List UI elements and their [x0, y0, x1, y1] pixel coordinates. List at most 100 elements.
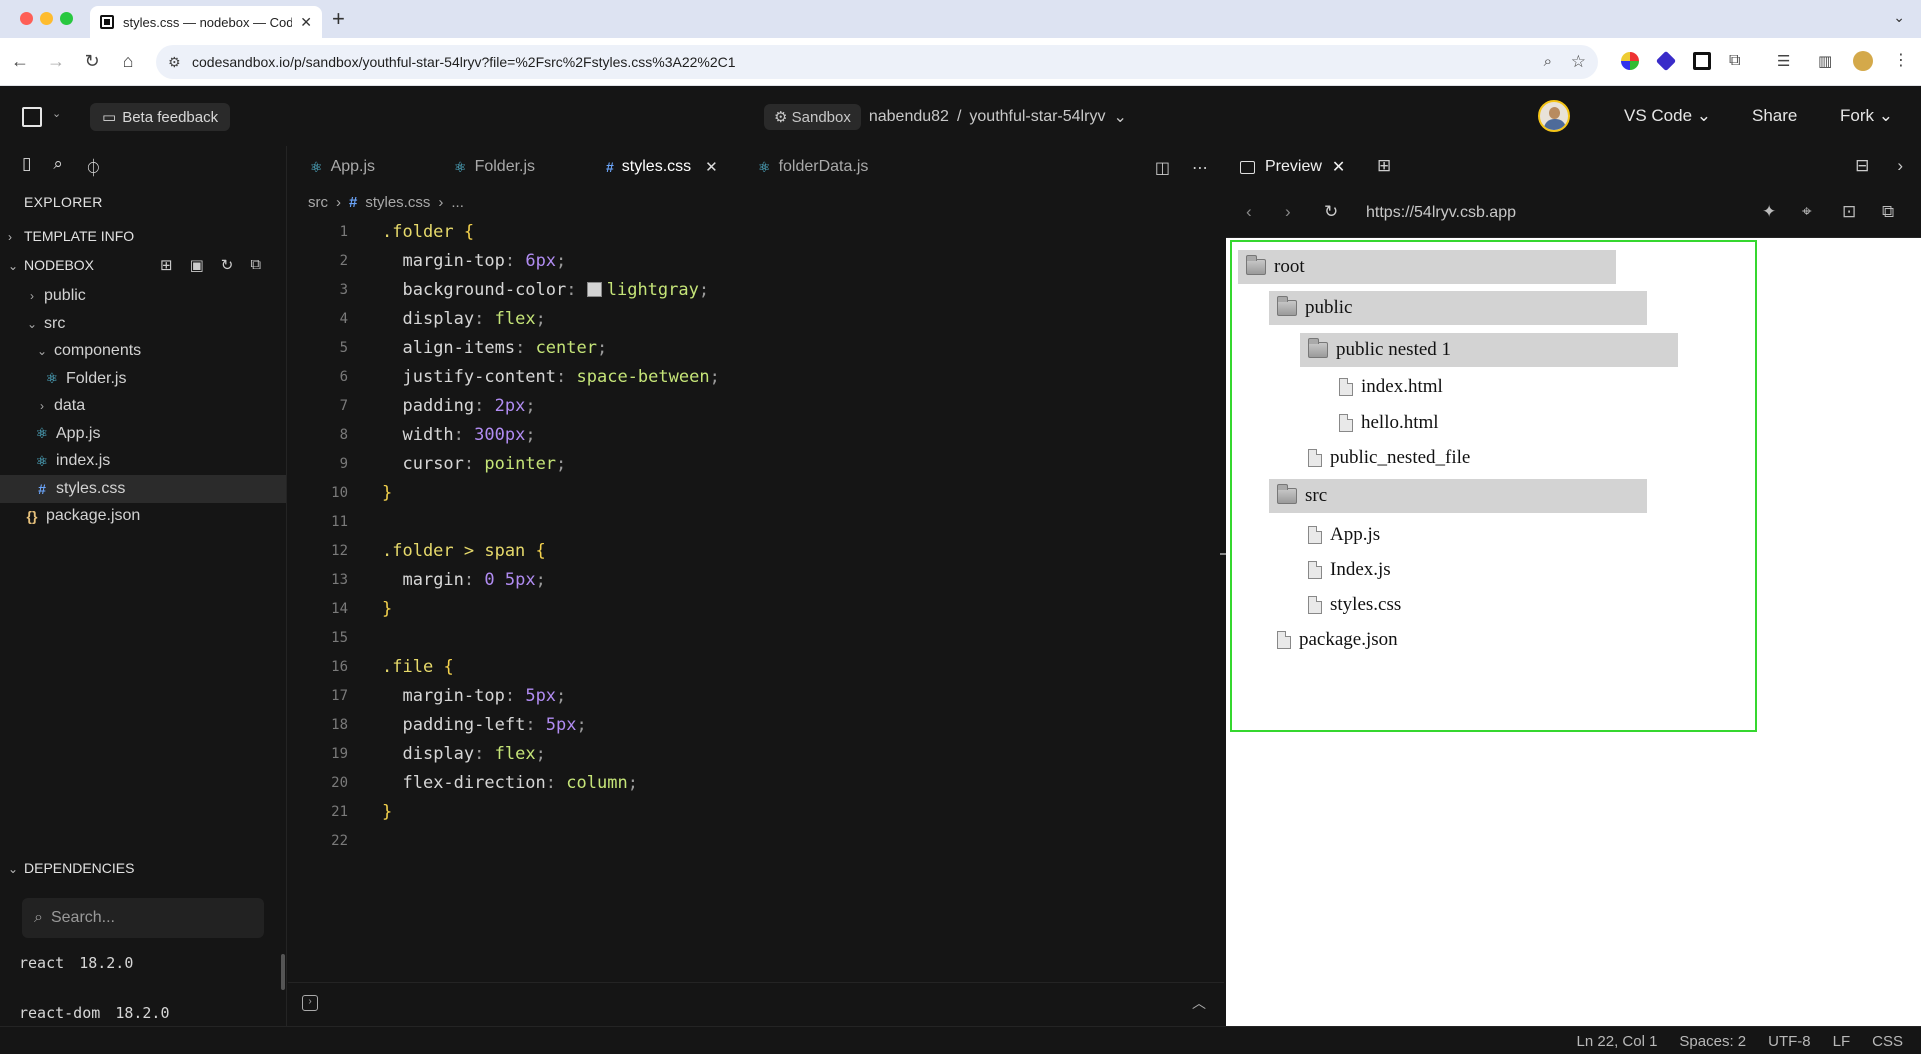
media-controls-icon[interactable]: ☰ [1777, 52, 1795, 70]
file-icon[interactable]: ▯ [22, 154, 31, 179]
back-arrow-icon[interactable]: ← [10, 51, 30, 71]
tree-file[interactable]: {} package.json [0, 502, 286, 530]
dependency-row[interactable]: react-dom 18.2.0 [19, 1004, 170, 1022]
bookmark-star-icon[interactable]: ☆ [1571, 52, 1586, 72]
collapse-all-icon[interactable]: ⧉ [250, 256, 261, 274]
folder-row[interactable]: public [1269, 291, 1647, 325]
maximize-window-button[interactable] [60, 12, 73, 25]
zoom-icon[interactable]: ⌕ [1544, 53, 1552, 70]
chevron-down-icon[interactable]: ⌄ [52, 107, 61, 120]
reload-icon[interactable]: ↻ [82, 51, 102, 71]
new-file-icon[interactable]: ⊞ [160, 256, 173, 274]
add-tab-icon[interactable]: ⊞ [1377, 156, 1391, 176]
cursor-position[interactable]: Ln 22, Col 1 [1577, 1033, 1658, 1050]
file-row[interactable]: App.js [1300, 518, 1380, 552]
close-window-button[interactable] [20, 12, 33, 25]
file-row[interactable]: package.json [1269, 623, 1398, 657]
forward-arrow-icon[interactable]: › [1285, 202, 1291, 222]
refresh-icon[interactable]: ↻ [221, 256, 234, 274]
reload-icon[interactable]: ↻ [1324, 202, 1338, 222]
search-icon[interactable]: ⌕ [53, 154, 63, 179]
tab-folderdata-js[interactable]: ⚛ folderData.js [758, 146, 868, 188]
tab-folder-js[interactable]: ⚛ Folder.js [454, 146, 535, 188]
share-button[interactable]: Share [1752, 106, 1797, 126]
user-avatar[interactable] [1538, 100, 1570, 132]
split-horizontal-icon[interactable]: ⊟ [1855, 156, 1869, 176]
folder-row[interactable]: public nested 1 [1300, 333, 1678, 367]
browser-tab[interactable]: styles.css — nodebox — Cod ✕ [90, 6, 322, 38]
project-name[interactable]: youthful-star-54lryv [969, 108, 1105, 126]
side-panel-icon[interactable]: ▥ [1818, 52, 1836, 70]
vscode-mode-button[interactable]: VS Code ⌄ [1624, 106, 1711, 126]
language-status[interactable]: CSS [1872, 1033, 1903, 1050]
breadcrumb-more[interactable]: ... [451, 194, 464, 211]
color-extension-icon[interactable] [1621, 52, 1639, 70]
beta-feedback-button[interactable]: ▭ Beta feedback [90, 103, 231, 131]
console-icon[interactable]: ⊡ [1842, 202, 1856, 222]
sidebar-scrollbar[interactable] [281, 954, 285, 990]
crosshair-icon[interactable]: ⌖ [1802, 202, 1812, 222]
tab-styles-css[interactable]: # styles.css ✕ [606, 146, 718, 188]
tab-app-js[interactable]: ⚛ App.js [310, 146, 375, 188]
tree-folder[interactable]: › public [0, 282, 286, 310]
chevron-right-icon[interactable]: › [1897, 156, 1903, 176]
back-arrow-icon[interactable]: ‹ [1246, 202, 1252, 222]
new-tab-button[interactable]: + [332, 8, 345, 30]
file-row[interactable]: public_nested_file [1300, 441, 1470, 475]
encoding-status[interactable]: UTF-8 [1768, 1033, 1811, 1050]
address-url[interactable]: codesandbox.io/p/sandbox/youthful-star-5… [192, 54, 736, 70]
breadcrumb-file[interactable]: styles.css [365, 194, 430, 211]
square-extension-icon[interactable] [1693, 52, 1711, 70]
tree-file[interactable]: ⚛ App.js [0, 420, 286, 448]
tree-folder[interactable]: ⌄ src [0, 310, 286, 338]
new-folder-icon[interactable]: ▣ [190, 256, 204, 274]
profile-avatar[interactable] [1853, 51, 1873, 71]
home-icon[interactable]: ⌂ [118, 51, 138, 71]
magic-wand-icon[interactable]: ✦ [1762, 202, 1776, 222]
open-new-window-icon[interactable]: ⧉ [1882, 202, 1894, 222]
folder-row[interactable]: root [1238, 250, 1616, 284]
codesandbox-logo-icon[interactable] [22, 107, 42, 127]
tab-search-chevron-icon[interactable]: ⌄ [1893, 9, 1905, 26]
color-swatch[interactable] [586, 282, 602, 297]
file-row[interactable]: hello.html [1331, 406, 1439, 440]
diamond-extension-icon[interactable] [1655, 50, 1677, 72]
split-editor-icon[interactable]: ◫ [1155, 158, 1170, 178]
tree-folder[interactable]: › data [0, 392, 286, 420]
line-number: 19 [331, 746, 348, 762]
dependency-search-input[interactable]: ⌕ Search... [22, 898, 264, 938]
owner-name[interactable]: nabendu82 [869, 108, 949, 126]
chevron-up-icon[interactable]: ︿ [1192, 993, 1206, 1013]
nodebox-section[interactable]: ⌄ NODEBOX [8, 257, 94, 273]
file-row[interactable]: Index.js [1300, 553, 1391, 587]
dependencies-section[interactable]: ⌄ DEPENDENCIES [8, 860, 134, 876]
tab-preview[interactable]: Preview ✕ [1240, 157, 1345, 177]
tree-file[interactable]: ⚛ index.js [0, 447, 286, 475]
tree-file[interactable]: # styles.css [0, 474, 286, 503]
fork-button[interactable]: Fork ⌄ [1840, 106, 1893, 126]
dependency-row[interactable]: react 18.2.0 [19, 954, 133, 972]
minimize-window-button[interactable] [40, 12, 53, 25]
tree-folder[interactable]: ⌄ components [0, 337, 286, 365]
folder-row[interactable]: src [1269, 479, 1647, 513]
chevron-down-icon[interactable]: ⌄ [1113, 107, 1126, 127]
file-row[interactable]: styles.css [1300, 588, 1401, 622]
file-row[interactable]: index.html [1331, 370, 1443, 404]
indentation-status[interactable]: Spaces: 2 [1679, 1033, 1746, 1050]
forward-arrow-icon[interactable]: → [46, 51, 66, 71]
browser-menu-icon[interactable]: ⋮ [1893, 50, 1909, 70]
close-icon[interactable]: ✕ [705, 158, 718, 176]
close-tab-icon[interactable]: ✕ [300, 14, 312, 31]
close-icon[interactable]: ✕ [1332, 157, 1345, 177]
puzzle-extension-icon[interactable]: ⧉ [1729, 52, 1747, 70]
git-commit-icon[interactable]: ⏀ [85, 154, 102, 179]
template-info-section[interactable]: › TEMPLATE INFO [8, 228, 134, 244]
preview-url[interactable]: https://54lryv.csb.app [1366, 204, 1516, 222]
site-info-icon[interactable]: ⚙ [168, 54, 181, 71]
more-actions-icon[interactable]: ⋯ [1192, 158, 1208, 178]
tree-file[interactable]: ⚛ Folder.js [0, 365, 286, 393]
terminal-icon[interactable]: › [302, 995, 318, 1011]
address-bar[interactable]: ⚙ codesandbox.io/p/sandbox/youthful-star… [156, 45, 1598, 79]
breadcrumb-folder[interactable]: src [308, 194, 328, 211]
eol-status[interactable]: LF [1833, 1033, 1851, 1050]
